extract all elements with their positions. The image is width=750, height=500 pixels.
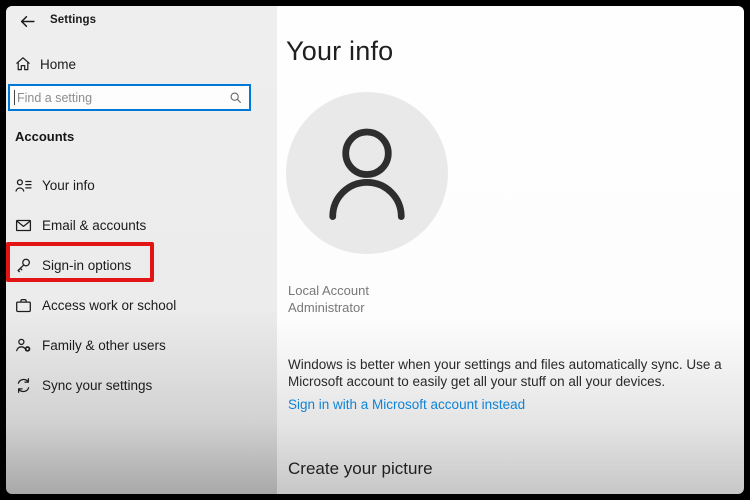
sidebar-item-label: Family & other users (42, 337, 166, 353)
page-title: Your info (286, 36, 394, 66)
sync-description: Windows is better when your settings and… (288, 357, 722, 389)
sidebar-item-label: Sign-in options (42, 257, 132, 273)
sidebar-item-email-accounts[interactable]: Email & accounts (6, 205, 277, 245)
your-info-icon (15, 177, 32, 194)
sidebar: Settings Home Find a setting Accounts Yo… (6, 6, 277, 494)
email-icon (15, 217, 32, 234)
sidebar-item-sign-in-options[interactable]: Sign-in options (6, 245, 277, 285)
sidebar-item-label: Access work or school (42, 297, 177, 313)
briefcase-icon (15, 297, 32, 314)
key-icon (15, 257, 32, 274)
sidebar-item-label: Email & accounts (42, 217, 147, 233)
create-picture-section-title: Create your picture (288, 459, 433, 478)
sidebar-item-sync-your-settings[interactable]: Sync your settings (6, 365, 277, 405)
video-frame: Settings Home Find a setting Accounts Yo… (0, 0, 750, 500)
person-icon (315, 119, 419, 227)
sidebar-nav: Your info Email & accounts Sign-in optio… (6, 6, 277, 494)
family-icon (15, 337, 32, 354)
settings-window: Settings Home Find a setting Accounts Yo… (6, 6, 744, 494)
sidebar-item-label: Sync your settings (42, 377, 153, 393)
main-content: Your info Local Account Administrator Wi… (277, 6, 744, 494)
account-avatar (286, 92, 448, 254)
sync-icon (15, 377, 32, 394)
sidebar-item-label: Your info (42, 177, 95, 193)
sidebar-item-access-work-school[interactable]: Access work or school (6, 285, 277, 325)
account-role: Administrator (288, 300, 365, 315)
sign-in-microsoft-link[interactable]: Sign in with a Microsoft account instead (288, 397, 525, 412)
account-name: Local Account (288, 283, 369, 298)
sidebar-item-family-other-users[interactable]: Family & other users (6, 325, 277, 365)
sidebar-item-your-info[interactable]: Your info (6, 165, 277, 205)
